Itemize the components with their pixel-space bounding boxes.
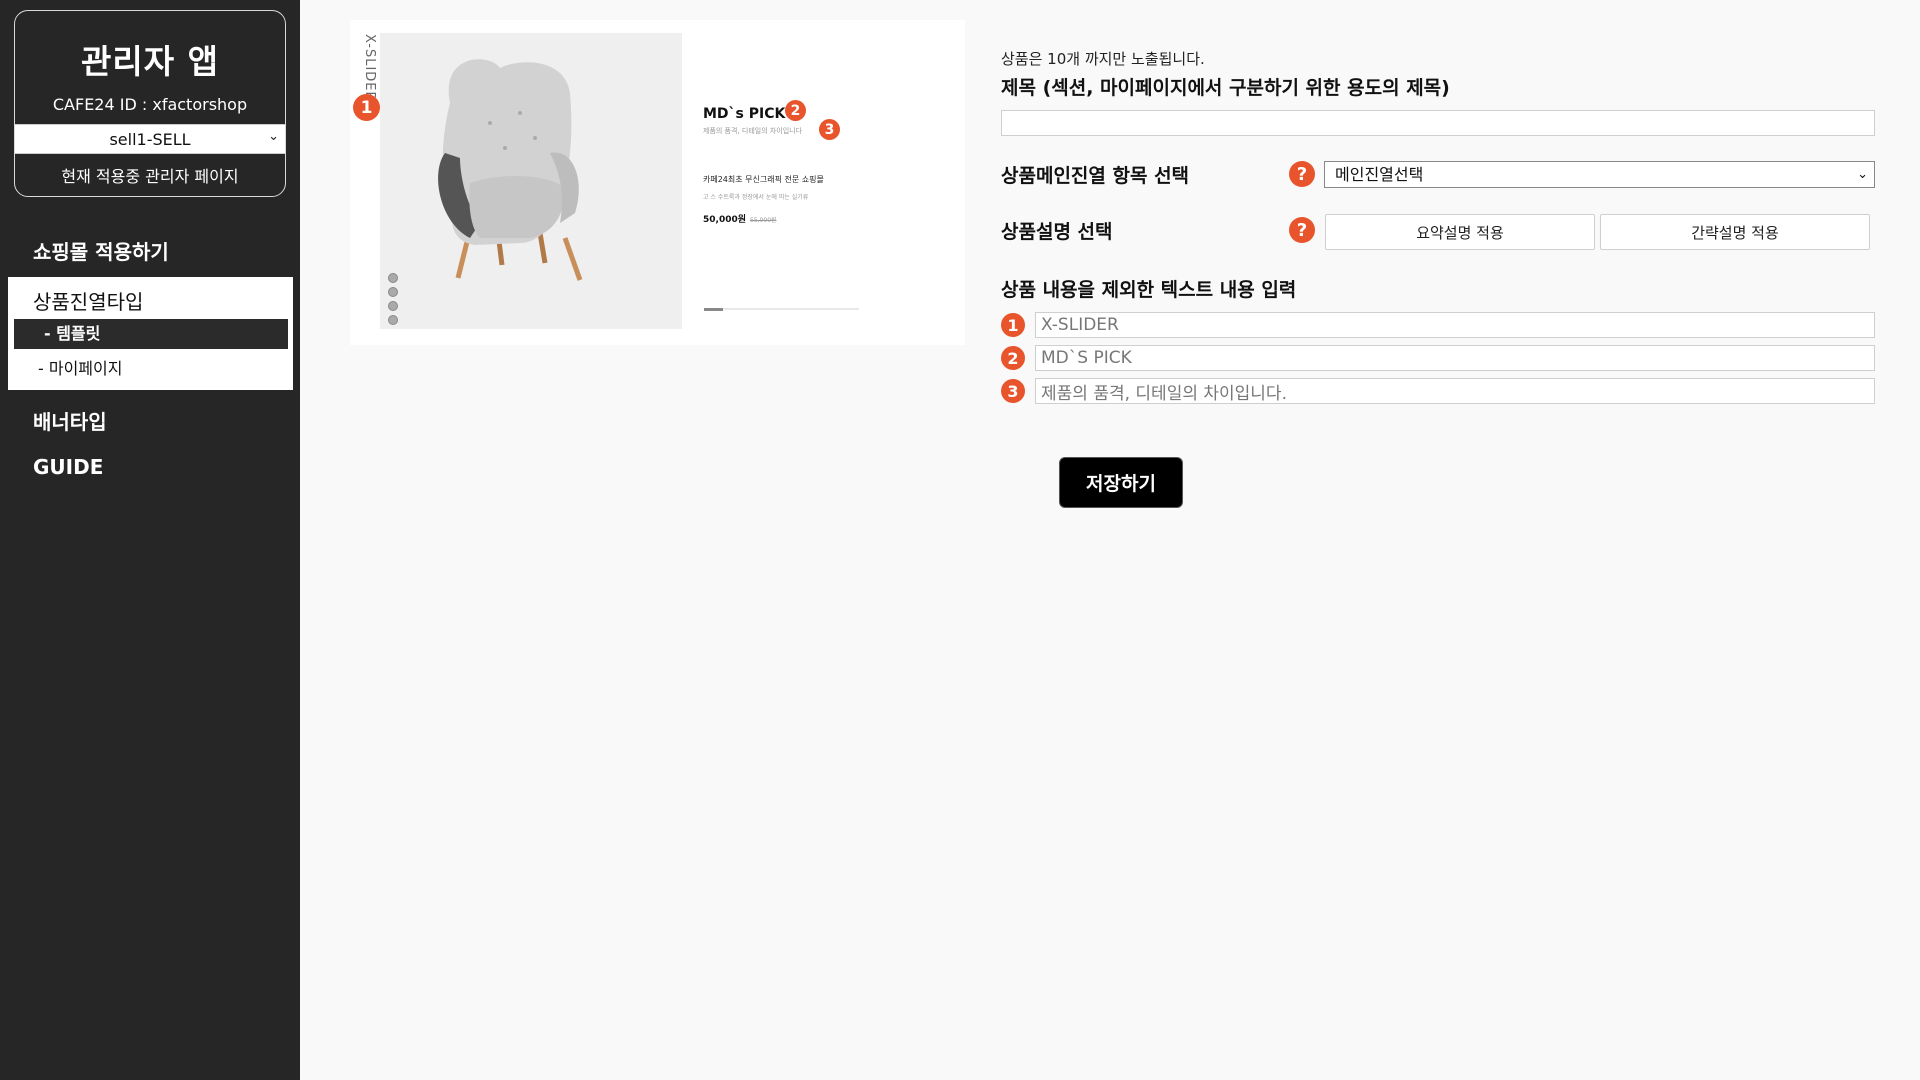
text-input-3[interactable]: [1035, 378, 1875, 404]
product-photo: [380, 33, 682, 329]
nav-group-product-display: 상품진열타입 - 템플릿 - 마이페이지: [8, 277, 293, 390]
text-badge-3: 3: [1001, 379, 1025, 403]
nav-banner[interactable]: 배너타입: [33, 406, 107, 435]
nav-sub-mypage[interactable]: - 마이페이지: [38, 355, 122, 379]
slider-dot[interactable]: [388, 273, 398, 283]
text-input-1[interactable]: [1035, 312, 1875, 338]
sidebar: 관리자 앱 CAFE24 ID : xfactorshop sell1-SELL…: [0, 0, 300, 1080]
save-button[interactable]: 저장하기: [1059, 457, 1183, 508]
shop-select[interactable]: sell1-SELL ⌄: [15, 124, 285, 154]
text-badge-1: 1: [1001, 313, 1025, 337]
brief-desc-button[interactable]: 간략설명 적용: [1600, 214, 1870, 250]
nav-shop-apply[interactable]: 쇼핑몰 적용하기: [33, 236, 169, 265]
display-label: 상품메인진열 항목 선택: [1001, 165, 1190, 187]
shop-select-value: sell1-SELL: [109, 129, 191, 149]
preview-badge-3: 3: [819, 119, 840, 140]
cafe-id: CAFE24 ID : xfactorshop: [52, 95, 248, 114]
text-input-2[interactable]: [1035, 345, 1875, 371]
preview-old-price: 55,000원: [750, 217, 777, 224]
preview-price-value: 50,000원: [703, 215, 747, 225]
slider-dot[interactable]: [388, 301, 398, 311]
preview-progress-fill: [704, 308, 723, 311]
nav-guide[interactable]: GUIDE: [33, 455, 103, 479]
title-input[interactable]: [1001, 110, 1875, 136]
admin-info-box: 관리자 앱 CAFE24 ID : xfactorshop sell1-SELL…: [14, 10, 286, 197]
desc-label: 상품설명 선택: [1001, 221, 1113, 243]
title-label: 제목 (섹션, 마이페이지에서 구분하기 위한 용도의 제목): [1001, 77, 1450, 99]
current-admin-label: 현재 적용중 관리자 페이지: [61, 167, 239, 186]
chevron-down-icon: ⌄: [268, 129, 279, 144]
text-section-label: 상품 내용을 제외한 텍스트 내용 입력: [1001, 279, 1297, 301]
help-icon[interactable]: ?: [1289, 161, 1315, 187]
preview-product-name: 카페24최초 무신그래픽 전문 쇼핑몰: [703, 175, 824, 184]
preview-md-pick: MD`s PICK: [703, 106, 786, 122]
preview-badge-2: 2: [785, 100, 806, 121]
display-select[interactable]: 메인진열선택 ⌄: [1324, 161, 1875, 188]
nav-product-display[interactable]: 상품진열타입: [33, 286, 143, 315]
settings-form: 상품은 10개 까지만 노출됩니다. 제목 (섹션, 마이페이지에서 구분하기 …: [1001, 0, 1876, 520]
text-badge-2: 2: [1001, 346, 1025, 370]
preview-price: 50,000원 55,000원: [703, 212, 777, 225]
chevron-down-icon: ⌄: [1857, 167, 1868, 182]
summary-desc-button[interactable]: 요약설명 적용: [1325, 214, 1595, 250]
slider-dot[interactable]: [388, 315, 398, 325]
preview-badge-1: 1: [353, 94, 380, 121]
preview-subtitle: 제품의 품격, 디테일의 차이입니다: [703, 127, 803, 135]
template-preview: X-SLIDER 1 MD`s PICK 2 3 제품의 품격, 디테일의 차이…: [350, 20, 965, 345]
preview-vertical-label: X-SLIDER: [362, 34, 377, 102]
help-icon[interactable]: ?: [1289, 217, 1315, 243]
app-title: 관리자 앱: [81, 42, 219, 81]
slider-dot[interactable]: [388, 287, 398, 297]
preview-progress-bar: [704, 308, 859, 311]
preview-product-desc: 고 스 수트룩과 정장에서 눈에 띄는 실기류: [703, 194, 809, 201]
product-limit-notice: 상품은 10개 까지만 노출됩니다.: [1001, 50, 1205, 68]
nav-sub-template[interactable]: - 템플릿: [14, 319, 288, 349]
display-select-value: 메인진열선택: [1335, 165, 1424, 184]
chair-image: [380, 33, 682, 329]
slider-dots: [388, 273, 398, 329]
